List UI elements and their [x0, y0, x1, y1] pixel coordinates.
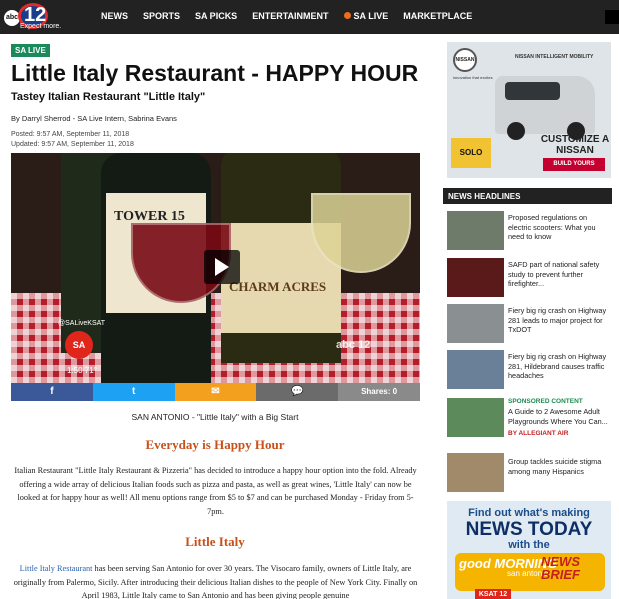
headline-item[interactable]: Group tackles suicide stigma among many … — [447, 453, 613, 499]
headline-thumbnail — [447, 258, 504, 297]
nissan-tagline: innovation that excites — [453, 75, 493, 80]
sponsored-item[interactable]: SPONSORED CONTENT A Guide to 2 Awesome A… — [447, 398, 613, 444]
nav-news[interactable]: NEWS — [101, 11, 128, 21]
car-wheel — [507, 122, 525, 140]
headline-item[interactable]: Fiery big rig crash on Highway 281, Hild… — [447, 350, 613, 396]
video-time-temp: 1:50 71° — [67, 366, 97, 375]
article-lead: SAN ANTONIO - "Little Italy" with a Big … — [131, 412, 299, 422]
headline-thumbnail — [447, 211, 504, 250]
nissan-ad[interactable]: NISSAN innovation that excites NISSAN IN… — [447, 42, 611, 178]
nav-sports[interactable]: SPORTS — [143, 11, 180, 21]
solo-promo: SOLO — [451, 138, 491, 168]
headline-thumbnail — [447, 304, 504, 343]
nav-sa-live[interactable]: SA LIVE — [343, 11, 389, 21]
sponsor-byline: BY ALLEGIANT AIR — [508, 430, 569, 437]
nav-marketplace[interactable]: MARKETPLACE — [403, 11, 472, 21]
nissan-logo: NISSAN — [453, 48, 477, 72]
network-bug: abc 12 — [336, 339, 371, 351]
headline-thumbnail — [447, 350, 504, 389]
headline-item[interactable]: Fiery big rig crash on Highway 281 leads… — [447, 304, 613, 350]
show-logo-news-brief: NEWS BRIEF — [541, 554, 580, 582]
share-email-button[interactable]: ✉ — [174, 383, 257, 401]
play-button[interactable] — [204, 250, 240, 284]
top-navigation-bar: abc 12 Expect more. NEWS SPORTS SA PICKS… — [0, 0, 619, 34]
article-timestamps: Posted: 9:57 AM, September 11, 2018 Upda… — [11, 130, 134, 150]
ad-line-2: NEWS TODAY — [465, 519, 593, 540]
updated-time: Updated: 9:57 AM, September 11, 2018 — [11, 141, 134, 148]
nav-sa-live-label: SA LIVE — [353, 11, 389, 21]
heading-happy-hour: Everyday is Happy Hour — [145, 437, 285, 452]
bottle-label-text: CHARM ACRES — [229, 279, 327, 294]
comment-icon: 💬 — [291, 386, 304, 397]
nissan-cta-text: CUSTOMIZE A NISSAN — [540, 134, 610, 156]
headline-thumbnail — [447, 398, 504, 437]
sa-live-watermark-logo: SA — [65, 331, 93, 359]
heading-little-italy: Little Italy — [185, 534, 245, 549]
posted-time: Posted: 9:57 AM, September 11, 2018 — [11, 131, 130, 138]
paragraph-2: Little Italy Restaurant has been serving… — [11, 562, 420, 599]
play-icon — [215, 258, 229, 276]
ksat-station-badge: KSAT 12 — [475, 589, 511, 599]
sponsored-label: SPONSORED CONTENT — [508, 398, 583, 405]
share-bar: f t ✉ 💬 Shares: 0 — [11, 383, 420, 401]
comments-button[interactable]: 💬 — [256, 383, 339, 401]
share-count-label: Shares: 0 — [361, 387, 398, 396]
headline-item[interactable]: Proposed regulations on electric scooter… — [447, 211, 613, 257]
build-yours-button[interactable]: BUILD YOURS — [543, 158, 605, 171]
main-nav: NEWS SPORTS SA PICKS ENTERTAINMENT SA LI… — [101, 11, 487, 21]
headline-text: Proposed regulations on electric scooter… — [508, 213, 596, 241]
video-player[interactable]: TOWER 15 CHARM ACRES @SALiveKSAT SA 1:50… — [11, 153, 420, 383]
email-icon: ✉ — [211, 386, 220, 397]
section-badge[interactable]: SA LIVE — [11, 44, 50, 57]
little-italy-link[interactable]: Little Italy Restaurant — [20, 564, 93, 573]
headline-text: Fiery big rig crash on Highway 281, Hild… — [508, 352, 607, 380]
share-twitter-button[interactable]: t — [92, 383, 175, 401]
headline-thumbnail — [447, 453, 504, 492]
news-headlines-title: NEWS HEADLINES — [443, 188, 612, 204]
video-handle-watermark: @SALiveKSAT — [58, 320, 106, 327]
nissan-headline: NISSAN INTELLIGENT MOBILITY — [515, 54, 594, 60]
facebook-icon: f — [50, 386, 54, 397]
headline-text: A Guide to 2 Awesome Adult Playgrounds W… — [508, 407, 608, 426]
ksat-logo[interactable]: abc 12 Expect more. — [4, 2, 66, 32]
headline-item[interactable]: SAFD part of national safety study to pr… — [447, 258, 613, 304]
sa-live-dot-icon — [343, 12, 351, 19]
headline-text: Fiery big rig crash on Highway 281 leads… — [508, 306, 607, 334]
paragraph-1: Italian Restaurant "Little Italy Restaur… — [14, 466, 417, 516]
article-byline: By Darryl Sherrod - SA Live Intern, Sabr… — [11, 114, 177, 123]
share-count: Shares: 0 — [338, 383, 420, 401]
ad-line-3: with the — [508, 539, 550, 551]
headline-text: Group tackles suicide stigma among many … — [508, 457, 602, 476]
article-subtitle: Tastey Italian Restaurant "Little Italy" — [11, 91, 206, 103]
gmsa-news-brief-ad[interactable]: Find out what's making NEWS TODAY with t… — [447, 501, 611, 599]
twitter-icon: t — [132, 386, 136, 397]
menu-corner[interactable] — [605, 10, 619, 24]
article-title: Little Italy Restaurant - HAPPY HOUR — [11, 60, 419, 86]
headline-text: SAFD part of national safety study to pr… — [508, 260, 600, 288]
nav-sa-picks[interactable]: SA PICKS — [195, 11, 237, 21]
ad-line-1: Find out what's making — [468, 507, 590, 519]
nav-entertainment[interactable]: ENTERTAINMENT — [252, 11, 328, 21]
share-facebook-button[interactable]: f — [11, 383, 93, 401]
logo-tagline: Expect more. — [20, 23, 62, 30]
